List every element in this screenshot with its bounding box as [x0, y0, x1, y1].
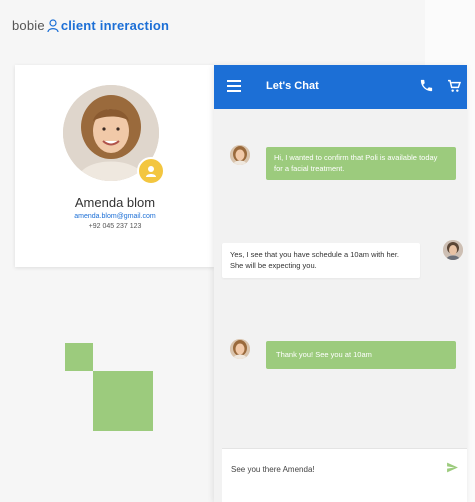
message-bubble-agent: Yes, I see that you have schedule a 10am… — [222, 243, 420, 278]
chat-header: Let's Chat — [214, 65, 467, 109]
message-input[interactable]: See you there Amenda! — [222, 448, 467, 502]
decor-square-large — [93, 371, 153, 431]
person-outline-icon — [47, 18, 59, 32]
chat-title: Let's Chat — [266, 80, 319, 92]
client-avatar — [230, 145, 250, 165]
brand-prefix: bobie — [12, 18, 45, 33]
profile-card: Amenda blom amenda.blom@gmail.com +92 04… — [15, 65, 215, 267]
agent-avatar — [443, 240, 463, 260]
message-bubble-client: Hi, I wanted to confirm that Poli is ava… — [266, 147, 456, 180]
client-avatar — [230, 339, 250, 359]
brand-suffix: client inreraction — [60, 18, 170, 33]
cart-icon[interactable] — [446, 78, 462, 94]
user-badge-icon — [137, 157, 165, 185]
phone-icon[interactable] — [419, 78, 434, 93]
profile-email-link[interactable]: amenda.blom@gmail.com — [15, 213, 215, 220]
decor-square-small — [65, 343, 93, 371]
profile-phone: +92 045 237 123 — [88, 223, 142, 230]
message-input-text[interactable]: See you there Amenda! — [231, 465, 315, 474]
message-bubble-client: Thank you! See you at 10am — [266, 341, 456, 369]
profile-avatar-wrap — [63, 85, 165, 185]
send-icon[interactable] — [446, 461, 459, 474]
brand-logo: bobie client inreraction — [12, 18, 169, 33]
menu-icon[interactable] — [227, 80, 241, 92]
profile-name: Amenda blom — [74, 195, 156, 210]
chat-panel: Let's Chat Hi, I wanted to confirm that … — [214, 65, 467, 502]
